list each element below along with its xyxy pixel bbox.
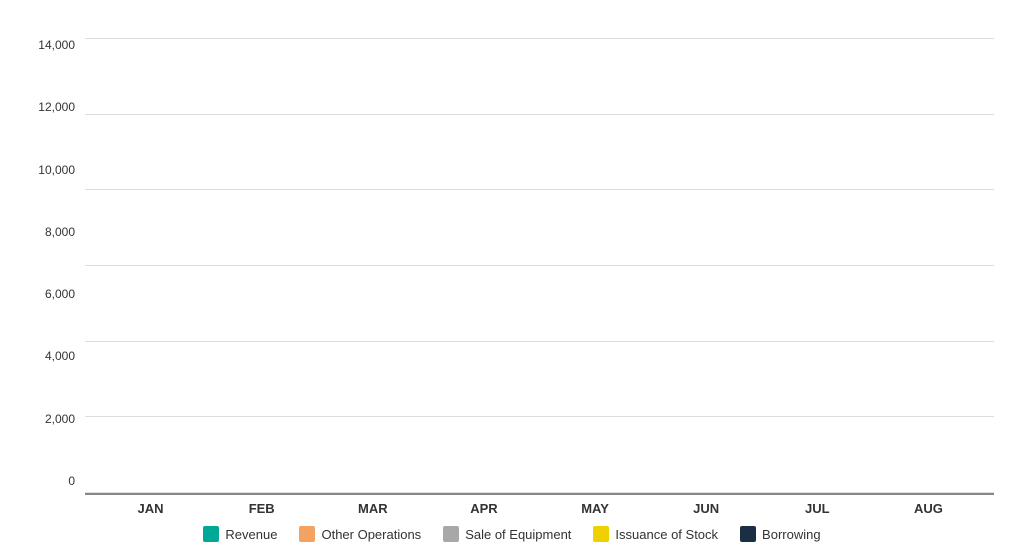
x-labels: JAN FEB MAR APR MAY JUN JUL AUG <box>85 495 994 516</box>
legend: Revenue Other Operations Sale of Equipment… <box>203 526 820 542</box>
x-axis-label: JUN <box>671 501 741 516</box>
legend-label: Revenue <box>225 527 277 542</box>
x-axis-label: MAY <box>560 501 630 516</box>
x-axis-label: AUG <box>893 501 963 516</box>
legend-label: Issuance of Stock <box>615 527 718 542</box>
y-axis-label: 2,000 <box>45 412 75 426</box>
legend-label: Sale of Equipment <box>465 527 571 542</box>
x-axis-label: MAR <box>338 501 408 516</box>
legend-item: Revenue <box>203 526 277 542</box>
legend-item: Other Operations <box>299 526 421 542</box>
legend-color-other_operations <box>299 526 315 542</box>
x-axis-label: APR <box>449 501 519 516</box>
y-axis-label: 10,000 <box>38 163 75 177</box>
legend-color-sale_of_equipment <box>443 526 459 542</box>
y-axis-label: 4,000 <box>45 349 75 363</box>
legend-color-borrowing <box>740 526 756 542</box>
y-axis-label: 8,000 <box>45 225 75 239</box>
y-axis: 14,000 12,000 10,000 8,000 6,000 4,000 2,000 0 <box>30 38 85 516</box>
y-axis-label: 0 <box>68 474 75 488</box>
legend-item: Issuance of Stock <box>593 526 718 542</box>
legend-label: Borrowing <box>762 527 821 542</box>
bars-area <box>85 38 994 495</box>
x-axis-label: JUL <box>782 501 852 516</box>
chart-inner: JAN FEB MAR APR MAY JUN JUL AUG <box>85 38 994 516</box>
legend-color-issuance_of_stock <box>593 526 609 542</box>
legend-item: Borrowing <box>740 526 821 542</box>
chart-container: 14,00012,00010,0008,0006,0004,0002,0000 … <box>0 0 1024 552</box>
x-axis-label: JAN <box>116 501 186 516</box>
chart-area: 14,00012,00010,0008,0006,0004,0002,0000 … <box>30 38 994 516</box>
legend-item: Sale of Equipment <box>443 526 571 542</box>
legend-color-revenue <box>203 526 219 542</box>
y-axis-label: 14,000 <box>38 38 75 52</box>
x-axis-label: FEB <box>227 501 297 516</box>
y-axis-label: 6,000 <box>45 287 75 301</box>
legend-label: Other Operations <box>321 527 421 542</box>
y-axis-label: 12,000 <box>38 100 75 114</box>
